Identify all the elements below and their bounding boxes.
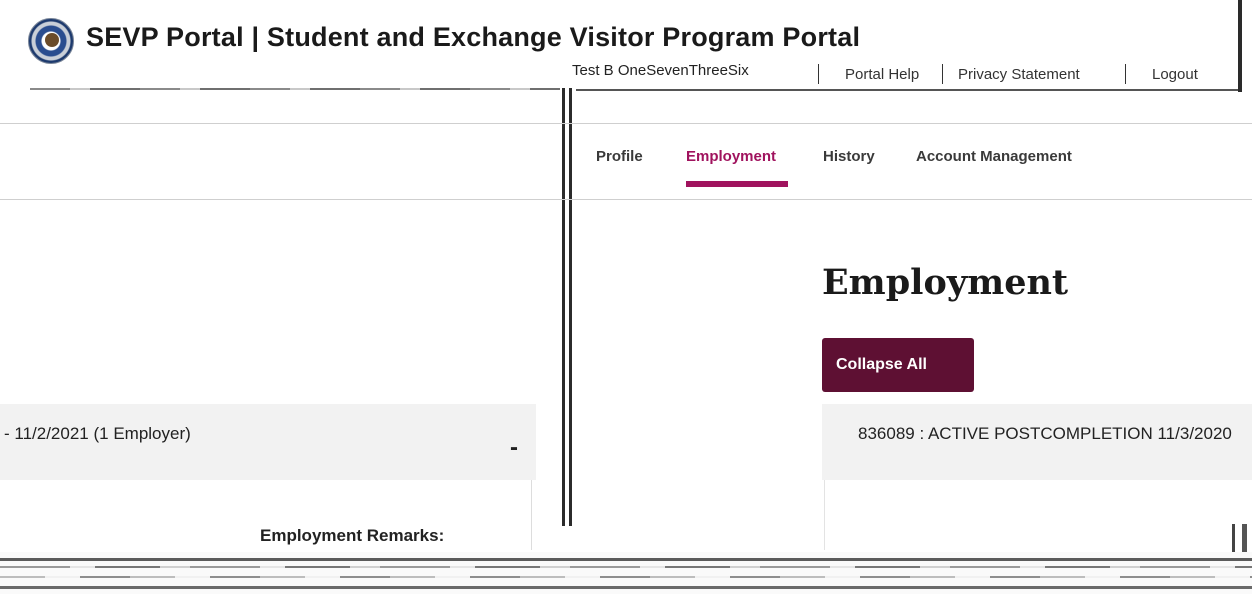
tab-employment[interactable]: Employment (686, 148, 776, 165)
employment-remarks-label: Employment Remarks: (260, 526, 445, 545)
header-divider (576, 89, 1240, 91)
user-name: Test B OneSevenThreeSix (572, 62, 749, 79)
collapse-toggle-icon[interactable]: - (510, 434, 518, 462)
portal-help-link[interactable]: Portal Help (845, 66, 919, 83)
artifact-line (0, 586, 1252, 589)
panel-header-text: - 11/2/2021 (1 Employer) (4, 424, 191, 443)
tab-profile[interactable]: Profile (596, 148, 643, 165)
artifact-line (0, 566, 1252, 568)
tab-history[interactable]: History (823, 148, 875, 165)
record-panel-body (824, 480, 1252, 550)
splitter-line (562, 88, 565, 526)
link-separator (818, 64, 819, 84)
page-title: Employment (822, 262, 1069, 303)
artifact-line (0, 558, 1252, 561)
render-artifact-band (0, 552, 1252, 594)
link-separator (1125, 64, 1126, 84)
record-panel-header[interactable]: 836089 : ACTIVE POSTCOMPLETION 11/3/2020 (822, 404, 1252, 480)
panel-header-text: 836089 : ACTIVE POSTCOMPLETION 11/3/2020 (858, 424, 1232, 443)
collapse-all-button[interactable]: Collapse All (822, 338, 974, 392)
dhs-seal-icon (28, 18, 74, 64)
artifact-line (0, 576, 1252, 578)
portal-title: SEVP Portal | Student and Exchange Visit… (86, 22, 861, 52)
active-tab-indicator (686, 181, 788, 187)
employment-panel-header[interactable]: - 11/2/2021 (1 Employer) - (0, 404, 536, 480)
tab-account-management[interactable]: Account Management (916, 148, 1072, 165)
pane-splitter[interactable] (560, 88, 576, 526)
nav-border-top (0, 123, 1252, 124)
link-separator (942, 64, 943, 84)
portal-header: SEVP Portal | Student and Exchange Visit… (0, 0, 1252, 92)
splitter-line (569, 88, 572, 526)
window-edge (1238, 0, 1242, 92)
nav-border-bottom (0, 199, 1252, 200)
privacy-statement-link[interactable]: Privacy Statement (958, 66, 1080, 83)
logout-link[interactable]: Logout (1152, 66, 1198, 83)
eagle-icon (45, 33, 59, 47)
header-divider (30, 88, 560, 90)
